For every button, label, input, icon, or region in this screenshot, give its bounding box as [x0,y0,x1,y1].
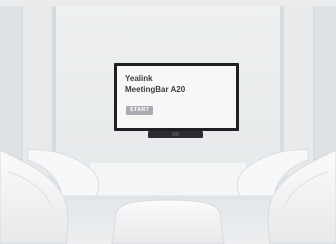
screen-subtitle: MeetingBar A20 [125,85,186,94]
ceiling [0,0,336,6]
meeting-room-scene: Yealink MeetingBar A20 START [0,0,336,244]
camera-lens-icon [172,132,179,136]
conference-table [83,161,253,200]
center-chair [111,199,225,244]
start-button[interactable]: START [126,106,153,115]
meeting-room-photo [0,0,336,244]
screen-title: Yealink [125,74,153,83]
